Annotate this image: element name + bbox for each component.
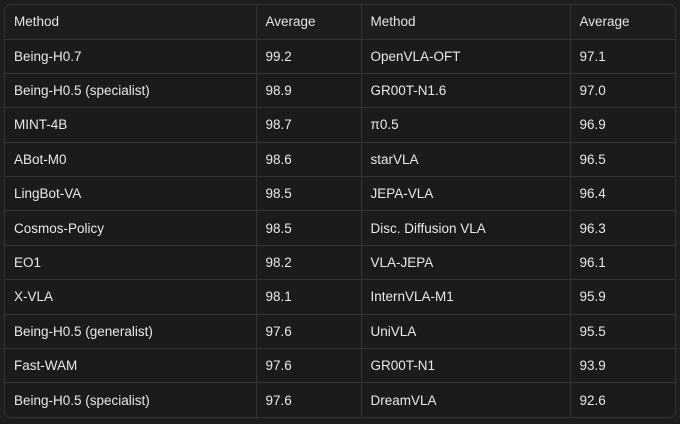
results-table: Method Average Method Average Being-H0.7… [5,5,675,417]
average-cell: 96.9 [570,107,675,143]
method-cell: MINT-4B [5,107,257,143]
average-cell: 98.9 [256,73,362,109]
method-cell: ABot-M0 [5,142,257,178]
header-average-right: Average [570,5,675,40]
table-row: Cosmos-Policy 98.5 Disc. Diffusion VLA 9… [5,210,675,246]
table-row: Fast-WAM 97.6 GR00T-N1 93.9 [5,348,675,384]
method-cell: Fast-WAM [5,348,257,384]
table-row: MINT-4B 98.7 π0.5 96.9 [5,107,675,143]
method-cell: InternVLA-M1 [361,279,571,315]
results-table-container: Method Average Method Average Being-H0.7… [4,4,676,418]
method-cell: Being-H0.5 (generalist) [5,314,257,350]
average-cell: 98.1 [256,279,362,315]
table-header-row: Method Average Method Average [5,5,675,40]
average-cell: 97.0 [570,73,675,109]
method-cell: π0.5 [361,107,571,143]
method-cell: Being-H0.5 (specialist) [5,382,257,417]
method-cell: UniVLA [361,314,571,350]
table-row: EO1 98.2 VLA-JEPA 96.1 [5,245,675,281]
table-row: Being-H0.5 (specialist) 97.6 DreamVLA 92… [5,382,675,417]
average-cell: 96.4 [570,176,675,212]
header-method-right: Method [361,5,571,40]
method-cell: JEPA-VLA [361,176,571,212]
average-cell: 98.2 [256,245,362,281]
method-cell: VLA-JEPA [361,245,571,281]
table-row: X-VLA 98.1 InternVLA-M1 95.9 [5,279,675,315]
average-cell: 98.5 [256,210,362,246]
header-average-left: Average [256,5,362,40]
method-cell: X-VLA [5,279,257,315]
method-cell: Cosmos-Policy [5,210,257,246]
average-cell: 96.5 [570,142,675,178]
average-cell: 95.5 [570,314,675,350]
average-cell: 93.9 [570,348,675,384]
method-cell: DreamVLA [361,382,571,417]
method-cell: GR00T-N1 [361,348,571,384]
average-cell: 96.1 [570,245,675,281]
average-cell: 95.9 [570,279,675,315]
method-cell: starVLA [361,142,571,178]
average-cell: 99.2 [256,39,362,74]
average-cell: 96.3 [570,210,675,246]
average-cell: 97.6 [256,382,362,417]
average-cell: 97.1 [570,39,675,74]
average-cell: 98.5 [256,176,362,212]
table-row: Being-H0.7 99.2 OpenVLA-OFT 97.1 [5,39,675,74]
table-row: LingBot-VA 98.5 JEPA-VLA 96.4 [5,176,675,212]
method-cell: LingBot-VA [5,176,257,212]
table-row: Being-H0.5 (generalist) 97.6 UniVLA 95.5 [5,314,675,350]
table-row: ABot-M0 98.6 starVLA 96.5 [5,142,675,178]
method-cell: Disc. Diffusion VLA [361,210,571,246]
average-cell: 98.6 [256,142,362,178]
method-cell: EO1 [5,245,257,281]
method-cell: GR00T-N1.6 [361,73,571,109]
average-cell: 98.7 [256,107,362,143]
average-cell: 97.6 [256,314,362,350]
table-row: Being-H0.5 (specialist) 98.9 GR00T-N1.6 … [5,73,675,109]
header-method-left: Method [5,5,257,40]
average-cell: 92.6 [579,392,606,408]
method-cell: Being-H0.5 (specialist) [5,73,257,109]
method-cell: Being-H0.7 [5,39,257,74]
method-cell: OpenVLA-OFT [361,39,571,74]
average-cell: 97.6 [256,348,362,384]
